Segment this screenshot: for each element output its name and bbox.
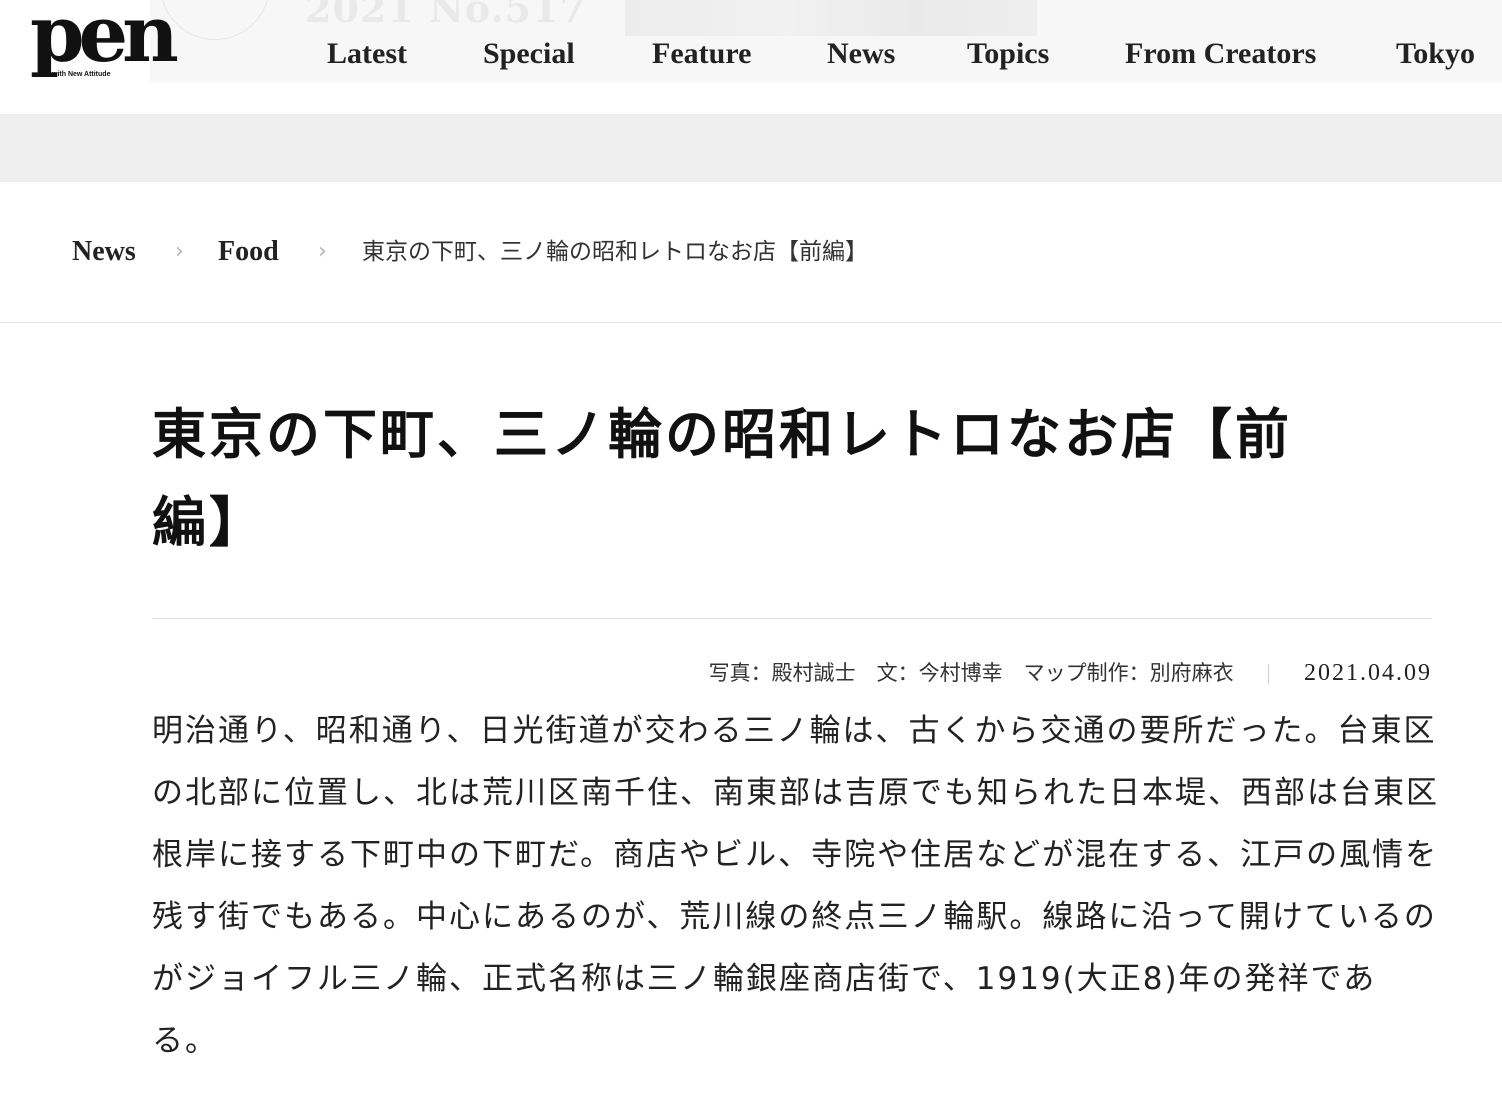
article-title: 東京の下町、三ノ輪の昭和レトロなお店【前 編】 (152, 390, 1352, 566)
banner-photo (625, 0, 1037, 36)
nav-item-latest[interactable]: Latest (327, 32, 407, 76)
main-nav: Latest Special Feature News Topics From … (0, 32, 1502, 76)
nav-item-special[interactable]: Special (483, 32, 575, 76)
article-title-line-1: 東京の下町、三ノ輪の昭和レトロなお店【前 (152, 402, 1292, 466)
nav-item-from-creators[interactable]: From Creators (1125, 32, 1316, 76)
nav-item-feature[interactable]: Feature (652, 32, 751, 76)
banner-issue-number: 2021 No.517 (305, 0, 587, 31)
breadcrumb: News › Food › 東京の下町、三ノ輪の昭和レトロなお店【前編】 (0, 182, 1502, 323)
chevron-right-icon: › (175, 239, 184, 264)
article-credits: 写真：殿村誠士 文：今村博幸 マップ制作：別府麻衣 (708, 661, 1234, 685)
nav-item-news[interactable]: News (827, 32, 895, 76)
breadcrumb-item-news[interactable]: News (72, 232, 136, 272)
meta-divider (1268, 664, 1270, 684)
site-header: 2021 No.517 pen with New Attitude Latest… (0, 0, 1502, 114)
ad-band (0, 114, 1502, 182)
breadcrumb-item-food[interactable]: Food (218, 232, 279, 272)
article-meta: 写真：殿村誠士 文：今村博幸 マップ制作：別府麻衣 2021.04.09 (709, 655, 1432, 691)
nav-item-tokyo[interactable]: Tokyo (1396, 32, 1475, 76)
chevron-right-icon: › (318, 239, 327, 264)
breadcrumb-current: 東京の下町、三ノ輪の昭和レトロなお店【前編】 (362, 239, 868, 265)
article-title-line-2: 編】 (152, 490, 266, 554)
article-date: 2021.04.09 (1304, 660, 1432, 686)
nav-item-topics[interactable]: Topics (967, 32, 1049, 76)
title-divider (152, 618, 1432, 619)
article-body: 明治通り、昭和通り、日光街道が交わる三ノ輪は、古くから交通の要所だった。台東区の… (152, 713, 1439, 1059)
